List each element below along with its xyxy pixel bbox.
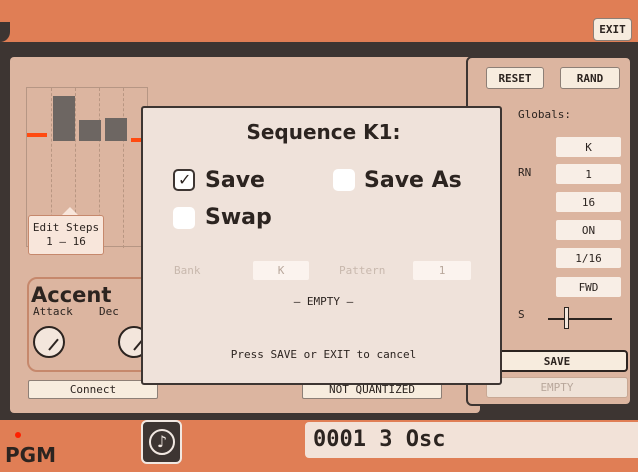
swap-option-label[interactable]: Swap (205, 205, 272, 230)
global-value-resolution[interactable]: 1/16 (556, 248, 621, 268)
note-icon: ♪ (149, 429, 175, 455)
edit-steps-range: 1 – 16 (46, 235, 86, 248)
bank-field: K (253, 261, 309, 280)
program-display: 0001 3 Osc (305, 422, 638, 458)
globals-label: Globals: (518, 108, 571, 121)
pattern-field: 1 (413, 261, 471, 280)
pattern-label: Pattern (339, 264, 386, 277)
global-value-on[interactable]: ON (556, 220, 621, 240)
bank-label: Bank (174, 264, 201, 277)
pgm-label: PGM (5, 443, 56, 467)
checkmark-icon: ✓ (178, 170, 192, 189)
accent-title: Accent (31, 283, 112, 307)
save-checkbox[interactable]: ✓ (173, 169, 195, 191)
dialog-title: Sequence K1: (246, 120, 401, 144)
step-bar-3[interactable] (105, 118, 127, 141)
swing-slider-handle[interactable] (564, 307, 569, 329)
pattern-label: RN (518, 166, 532, 179)
attack-knob[interactable] (33, 326, 65, 358)
exit-button[interactable]: EXIT (593, 18, 632, 41)
pgm-led (15, 432, 21, 438)
empty-button: EMPTY (486, 377, 628, 398)
step-bar-2[interactable] (79, 120, 101, 141)
level-marker (27, 133, 47, 137)
edit-steps-tab[interactable]: Edit Steps 1 – 16 (28, 207, 104, 255)
global-value-direction[interactable]: FWD (556, 277, 621, 297)
top-bar: EXIT (0, 0, 638, 42)
save-as-checkbox[interactable] (333, 169, 355, 191)
global-value-length[interactable]: 16 (556, 192, 621, 212)
save-button[interactable]: SAVE (486, 350, 628, 372)
global-value-pattern[interactable]: 1 (556, 164, 621, 184)
save-as-option-label[interactable]: Save As (364, 168, 462, 193)
sequence-dialog: Sequence K1: ✓ Save Save As Swap Bank K … (141, 106, 502, 385)
rand-button[interactable]: RAND (560, 67, 620, 89)
global-value-bank[interactable]: K (556, 137, 621, 157)
swap-checkbox[interactable] (173, 207, 195, 229)
top-notch (0, 22, 10, 42)
attack-label: Attack (33, 305, 73, 318)
dialog-hint: Press SAVE or EXIT to cancel (230, 348, 417, 361)
reset-button[interactable]: RESET (486, 67, 544, 89)
note-button[interactable]: ♪ (141, 420, 182, 464)
dialog-empty-text: – EMPTY – (293, 295, 354, 308)
step-bar-1[interactable] (53, 96, 75, 141)
edit-steps-label: Edit Steps (32, 221, 100, 234)
decay-label: Dec (99, 305, 119, 318)
swing-slider-track[interactable] (548, 318, 612, 320)
connect-button[interactable]: Connect (28, 380, 158, 399)
grid-line (123, 88, 124, 248)
save-option-label[interactable]: Save (205, 168, 265, 193)
swing-label: S (518, 308, 525, 321)
